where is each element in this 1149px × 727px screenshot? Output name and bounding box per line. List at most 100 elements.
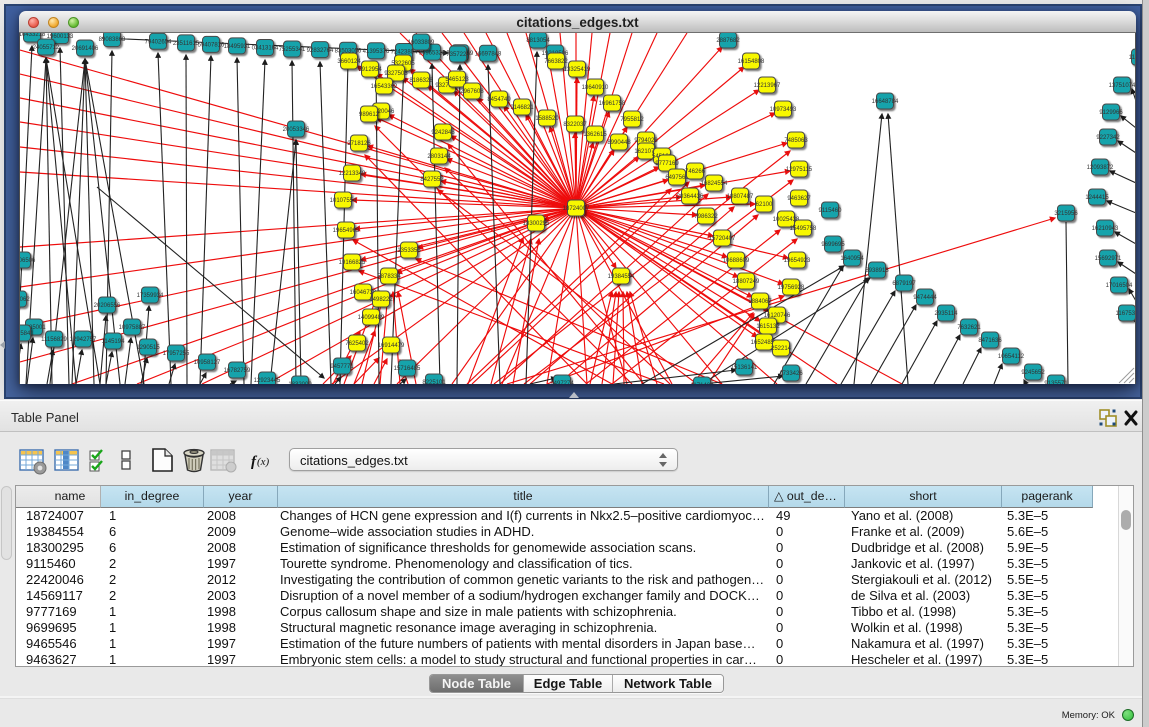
svg-text:1588520: 1588520 — [535, 116, 559, 122]
svg-text:15495758: 15495758 — [790, 226, 817, 232]
svg-text:9115460: 9115460 — [819, 208, 843, 214]
svg-text:23511615: 23511615 — [173, 41, 200, 47]
svg-text:16210943: 16210943 — [1092, 226, 1119, 232]
svg-text:1615132: 1615132 — [756, 324, 780, 330]
svg-text:9146821: 9146821 — [510, 105, 534, 111]
svg-text:1112837: 1112837 — [1129, 55, 1136, 61]
svg-text:19384554: 19384554 — [608, 274, 635, 280]
svg-text:9135571: 9135571 — [1044, 381, 1068, 384]
svg-text:8427552: 8427552 — [420, 177, 444, 183]
svg-text:6879197: 6879197 — [892, 281, 916, 287]
svg-text:17957255: 17957255 — [163, 351, 190, 357]
svg-text:59407816: 59407816 — [198, 43, 225, 49]
svg-text:18640910: 18640910 — [582, 85, 609, 91]
svg-text:7625402: 7625402 — [345, 341, 369, 347]
svg-text:89083863: 89083863 — [99, 37, 126, 43]
svg-text:12213349: 12213349 — [339, 171, 366, 177]
svg-text:8990448: 8990448 — [607, 140, 631, 146]
svg-text:7632621: 7632621 — [957, 325, 981, 331]
svg-text:16648784: 16648784 — [872, 99, 899, 105]
svg-text:8322037: 8322037 — [563, 122, 587, 128]
svg-text:6497568: 6497568 — [665, 175, 689, 181]
svg-text:17016504: 17016504 — [1106, 283, 1133, 289]
svg-text:1498222: 1498222 — [369, 297, 393, 303]
svg-text:10807487: 10807487 — [727, 194, 754, 200]
svg-text:19654963: 19654963 — [333, 228, 360, 234]
svg-text:9699695: 9699695 — [821, 242, 845, 248]
svg-text:10107554: 10107554 — [330, 198, 357, 204]
svg-text:9884067: 9884067 — [748, 299, 772, 305]
svg-text:9457771: 9457771 — [330, 364, 354, 370]
svg-text:14099489: 14099489 — [358, 315, 385, 321]
svg-text:20053346: 20053346 — [283, 127, 310, 133]
svg-text:9327503: 9327503 — [384, 71, 408, 77]
svg-text:15692971: 15692971 — [1095, 256, 1122, 262]
svg-text:1832009: 1832009 — [288, 382, 312, 384]
svg-text:1814062: 1814062 — [20, 297, 30, 303]
svg-text:8471636: 8471636 — [978, 338, 1002, 344]
svg-text:1145194: 1145194 — [102, 339, 126, 345]
svg-text:8454749: 8454749 — [487, 97, 511, 103]
svg-text:10654112: 10654112 — [998, 354, 1025, 360]
svg-text:2718126: 2718126 — [347, 141, 371, 147]
svg-text:2967608: 2967608 — [460, 89, 484, 95]
svg-text:15716485: 15716485 — [394, 366, 421, 372]
svg-text:26206506: 26206506 — [20, 258, 36, 264]
svg-text:15720407: 15720407 — [709, 236, 736, 242]
svg-text:12975115: 12975115 — [786, 167, 813, 173]
svg-text:19756928: 19756928 — [778, 285, 805, 291]
svg-text:16824554: 16824554 — [701, 181, 728, 187]
svg-text:2935114: 2935114 — [935, 311, 959, 317]
svg-text:1290515: 1290515 — [136, 345, 160, 351]
svg-text:9474444: 9474444 — [913, 295, 937, 301]
svg-text:1733426: 1733426 — [779, 371, 803, 377]
svg-text:1640954: 1640954 — [840, 256, 864, 262]
svg-text:16961758: 16961758 — [599, 101, 626, 107]
svg-text:13325419: 13325419 — [564, 67, 591, 73]
svg-text:18495931: 18495931 — [224, 44, 251, 50]
svg-text:18300295: 18300295 — [523, 221, 550, 227]
svg-text:1353356: 1353356 — [397, 248, 421, 254]
svg-text:9497274: 9497274 — [550, 381, 574, 384]
svg-text:10975887: 10975887 — [119, 325, 146, 331]
svg-text:12093872: 12093872 — [1087, 165, 1114, 171]
svg-text:16543362: 16543362 — [371, 84, 398, 90]
svg-text:8225101: 8225101 — [422, 380, 446, 384]
svg-text:8186328: 8186328 — [409, 78, 433, 84]
svg-text:746266: 746266 — [685, 169, 706, 175]
svg-text:12213967: 12213967 — [754, 83, 781, 89]
svg-text:11156829: 11156829 — [41, 337, 67, 343]
svg-text:16154808: 16154808 — [738, 59, 765, 65]
svg-text:1167533: 1167533 — [1116, 311, 1136, 317]
svg-text:20364436: 20364436 — [677, 194, 704, 200]
svg-text:19166825: 19166825 — [339, 260, 366, 266]
svg-text:252214: 252214 — [771, 346, 792, 352]
svg-text:1362615: 1362615 — [583, 132, 607, 138]
svg-text:7955812: 7955812 — [620, 117, 644, 123]
svg-text:10688609: 10688609 — [723, 258, 750, 264]
svg-text:989612: 989612 — [359, 112, 380, 118]
svg-text:96965328: 96965328 — [419, 50, 446, 56]
svg-text:5878334: 5878334 — [377, 274, 401, 280]
svg-text:62100: 62100 — [756, 202, 773, 208]
svg-text:2887682: 2887682 — [716, 38, 740, 44]
svg-text:8912954: 8912954 — [358, 67, 382, 73]
svg-text:5465123: 5465123 — [445, 77, 469, 83]
svg-text:41395376: 41395376 — [363, 49, 390, 55]
svg-text:8938913: 8938913 — [865, 268, 889, 274]
svg-text:1171403: 1171403 — [691, 383, 715, 384]
svg-text:13751074: 13751074 — [1109, 83, 1136, 89]
svg-text:18724007: 18724007 — [563, 206, 590, 212]
svg-text:3660124: 3660124 — [337, 59, 361, 65]
svg-text:10958127: 10958127 — [194, 360, 221, 366]
svg-text:8813054: 8813054 — [526, 38, 550, 44]
svg-text:3215956: 3215956 — [1054, 211, 1078, 217]
svg-text:20691406: 20691406 — [72, 46, 99, 52]
svg-text:18807249: 18807249 — [733, 279, 760, 285]
svg-text:16782759: 16782759 — [224, 368, 251, 374]
svg-text:10973493: 10973493 — [770, 107, 797, 113]
svg-text:7357224: 7357224 — [446, 52, 470, 58]
svg-text:16697848: 16697848 — [475, 52, 502, 58]
svg-text:3915841: 3915841 — [20, 331, 34, 337]
svg-text:7986322: 7986322 — [694, 214, 718, 220]
